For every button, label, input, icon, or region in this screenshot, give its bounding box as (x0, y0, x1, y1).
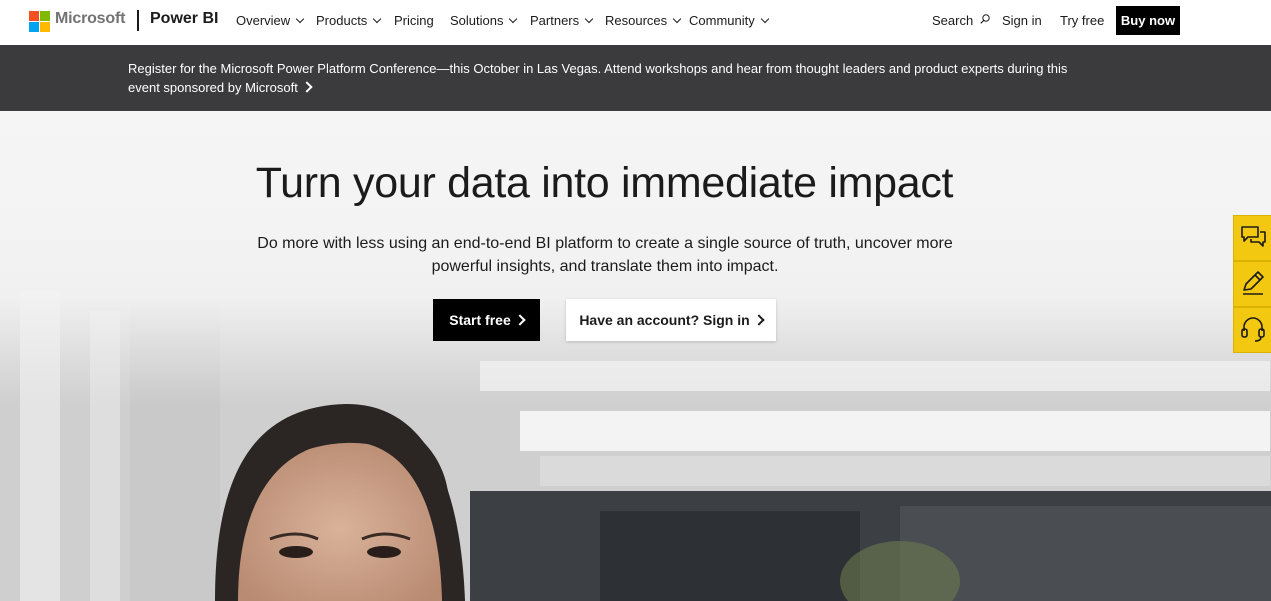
search-icon (980, 14, 990, 24)
nav-pricing[interactable]: Pricing (394, 13, 434, 28)
chevron-down-icon (584, 14, 594, 24)
nav-solutions[interactable]: Solutions (450, 13, 518, 28)
product-name[interactable]: Power BI (150, 10, 218, 28)
chevron-down-icon (295, 14, 305, 24)
nav-partners[interactable]: Partners (530, 13, 594, 28)
chevron-down-icon (672, 14, 682, 24)
nav-overview[interactable]: Overview (236, 13, 305, 28)
banner-link[interactable]: Register for the Microsoft Power Platfor… (128, 59, 1088, 97)
headset-icon (1241, 317, 1265, 342)
microsoft-brand[interactable]: Microsoft (55, 10, 125, 28)
have-account-sign-in-button[interactable]: Have an account? Sign in (566, 299, 776, 341)
hero-subtitle: Do more with less using an end-to-end BI… (257, 235, 953, 275)
announcement-banner: Register for the Microsoft Power Platfor… (0, 45, 1271, 111)
chevron-right-icon (753, 314, 765, 326)
nav-products[interactable]: Products (316, 13, 382, 28)
start-free-button[interactable]: Start free (433, 299, 540, 341)
chat-icon (1241, 226, 1266, 247)
feedback-button[interactable] (1233, 261, 1271, 307)
try-free-link[interactable]: Try free (1060, 13, 1104, 28)
nav-resources[interactable]: Resources (605, 13, 682, 28)
support-button[interactable] (1233, 307, 1271, 353)
chevron-right-icon (301, 81, 313, 93)
hero-section: Turn your data into immediate impact Do … (0, 111, 1271, 601)
nav-community[interactable]: Community (689, 13, 769, 28)
chat-button[interactable] (1233, 215, 1271, 261)
chevron-right-icon (514, 314, 526, 326)
search-button[interactable]: Search (932, 13, 990, 28)
sign-in-link[interactable]: Sign in (1002, 13, 1042, 28)
banner-text: Register for the Microsoft Power Platfor… (128, 61, 1068, 95)
buy-now-button[interactable]: Buy now (1116, 6, 1180, 35)
chevron-down-icon (509, 14, 518, 24)
brand-divider (137, 10, 139, 31)
chevron-down-icon (760, 14, 769, 24)
chevron-down-icon (373, 14, 382, 24)
hero-title: Turn your data into immediate impact (255, 159, 954, 207)
pencil-icon (1243, 271, 1264, 295)
microsoft-logo-icon[interactable] (29, 11, 51, 33)
top-navigation: Microsoft Power BI Overview Products Pri… (0, 0, 1271, 46)
